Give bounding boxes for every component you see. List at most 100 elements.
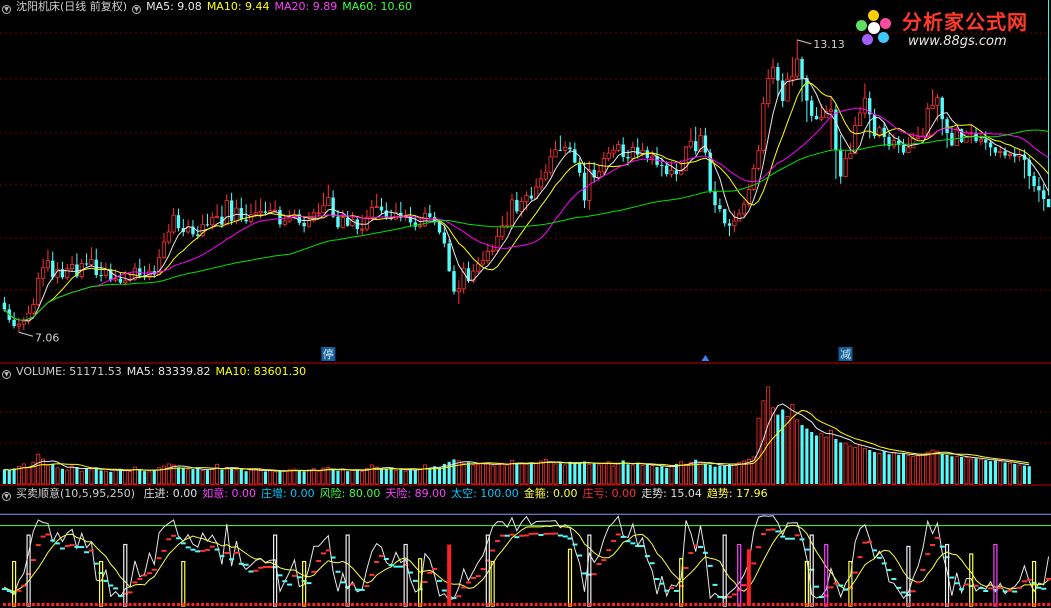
candle xyxy=(311,208,316,223)
candle-body xyxy=(70,264,75,270)
baseline-tick xyxy=(761,603,765,606)
indicator-dash xyxy=(930,544,936,547)
indicator-dash xyxy=(751,562,757,565)
chart-canvas[interactable]: 13.13 7.06 停 减 xyxy=(0,0,1051,608)
candle-body xyxy=(616,144,621,151)
marker-label: 停 xyxy=(323,347,334,361)
candle-body xyxy=(805,78,809,101)
baseline-tick xyxy=(254,603,258,606)
baseline-tick xyxy=(283,603,287,606)
baseline-tick xyxy=(201,603,205,606)
candle xyxy=(345,210,350,227)
indicator-dash xyxy=(625,540,631,543)
volume-bar xyxy=(872,452,877,484)
candle-body xyxy=(891,140,896,147)
baseline-tick xyxy=(181,603,185,606)
collapse-icon[interactable]: ▼ xyxy=(2,492,11,501)
collapse-icon[interactable]: ▼ xyxy=(132,5,142,14)
candle-body xyxy=(340,217,345,228)
volume-bar xyxy=(428,468,432,484)
baseline-tick xyxy=(810,603,814,606)
baseline-tick xyxy=(176,603,180,606)
indicator-dash xyxy=(896,586,902,589)
volume-bar xyxy=(21,463,26,485)
volume-bar xyxy=(138,469,142,484)
baseline-tick xyxy=(60,603,64,606)
volume-bar xyxy=(94,467,98,484)
collapse-icon[interactable]: ▼ xyxy=(2,5,11,14)
candle-body xyxy=(703,135,708,153)
indicator-dash xyxy=(388,564,394,567)
indicator-dash xyxy=(470,577,476,579)
volume-bar xyxy=(998,461,1003,485)
volume-bar xyxy=(519,463,524,485)
baseline-tick xyxy=(123,603,127,606)
volume-bar xyxy=(36,453,41,485)
baseline-tick xyxy=(437,603,441,606)
volume-bar xyxy=(601,463,606,485)
baseline-tick xyxy=(1022,603,1026,606)
collapse-icon[interactable]: ▼ xyxy=(2,370,11,379)
volume-bar xyxy=(776,414,780,484)
indicator-dash xyxy=(59,547,65,550)
baseline-tick xyxy=(679,603,683,606)
candle-body xyxy=(345,217,350,226)
baseline-tick xyxy=(650,603,654,606)
candle-body xyxy=(40,267,46,279)
indicator-dash xyxy=(364,585,370,588)
baseline-tick xyxy=(699,603,703,606)
volume-bar xyxy=(684,463,688,485)
candle xyxy=(751,164,756,191)
indicator-dash xyxy=(804,548,810,551)
candle xyxy=(776,62,780,97)
volume-bar xyxy=(263,471,268,484)
volume-bar xyxy=(582,461,587,484)
volume-bar xyxy=(795,419,800,485)
volume-bar xyxy=(340,468,345,485)
baseline-tick xyxy=(495,603,499,606)
candle xyxy=(239,197,243,222)
candle-body xyxy=(563,146,568,151)
candle-body xyxy=(694,141,698,152)
candle-body xyxy=(210,217,215,226)
candle-body xyxy=(331,197,335,217)
candle-body xyxy=(954,128,959,146)
candle-body xyxy=(480,260,486,265)
indicator-dash xyxy=(1041,587,1047,590)
yellow-signal-bar xyxy=(418,558,423,607)
candle xyxy=(205,213,210,227)
indicator-dash xyxy=(1,588,7,591)
candle xyxy=(278,206,282,228)
candle xyxy=(790,57,795,86)
candle xyxy=(389,209,393,221)
baseline-tick xyxy=(312,603,316,606)
candle-body xyxy=(418,225,423,228)
candle xyxy=(181,219,185,237)
candle-body xyxy=(915,136,921,139)
indicator-dash xyxy=(349,583,355,586)
indicator-readout: 庄亏: 0.00 xyxy=(582,487,637,500)
candle-body xyxy=(123,279,128,284)
candle-body xyxy=(601,157,606,173)
volume-bar xyxy=(200,470,205,485)
candle-body xyxy=(810,100,814,116)
volume-bar xyxy=(862,447,867,485)
candle-body xyxy=(862,97,867,114)
indicator-readout: 庄增: 0.00 xyxy=(260,487,315,500)
indicator-dash xyxy=(243,563,249,566)
baseline-tick xyxy=(689,603,693,606)
baseline-tick xyxy=(70,603,74,606)
baseline-tick xyxy=(384,603,388,606)
candle xyxy=(814,107,819,120)
baseline-tick xyxy=(273,603,277,606)
candle xyxy=(853,116,858,154)
volume-bar xyxy=(215,463,220,485)
baseline-tick xyxy=(510,603,514,606)
baseline-tick xyxy=(302,603,306,606)
indicator-dash xyxy=(393,565,399,568)
baseline-tick xyxy=(863,603,867,606)
candle xyxy=(713,181,717,213)
indicator-dash xyxy=(886,569,892,572)
baseline-tick xyxy=(829,603,833,606)
volume-bar xyxy=(505,464,510,485)
